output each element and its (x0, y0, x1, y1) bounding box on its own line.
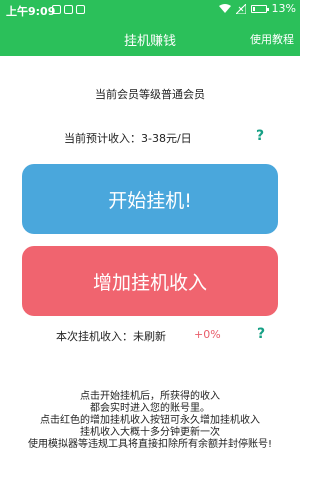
notification-icon (52, 5, 61, 14)
description-line: 都会实时进入您的账号里。 (90, 403, 210, 414)
member-level: 当前会员等级普通会员 (95, 88, 205, 101)
status-time: 上午9:09 (6, 5, 56, 18)
status-bar: 上午9:09 13% (0, 0, 300, 20)
description: 点击开始挂机后，所获得的收入 都会实时进入您的账号里。 点击红色的增加挂机收入按… (0, 391, 300, 451)
description-line: 挂机收入大概十多分钟更新一次 (80, 427, 220, 438)
tutorial-link[interactable]: 使用教程 (250, 31, 294, 47)
notification-icon (76, 5, 85, 14)
battery-icon (250, 4, 269, 13)
battery-percent: 13% (271, 2, 296, 15)
add-income-button[interactable]: 增加挂机收入 (22, 246, 278, 316)
description-line: 点击红色的增加挂机收入按钮可永久增加挂机收入 (40, 415, 260, 426)
signal-icon (235, 3, 246, 14)
status-right: 13% (218, 2, 296, 15)
estimated-income-text: 当前预计收入：3-38元/日 (64, 132, 192, 145)
description-line: 点击开始挂机后，所获得的收入 (80, 391, 220, 402)
app-bar: 挂机赚钱 使用教程 (0, 20, 300, 56)
description-line: 使用模拟器等违规工具将直接扣除所有余额并封停账号! (27, 439, 272, 450)
notification-icon (64, 5, 73, 14)
start-button[interactable]: 开始挂机! (22, 164, 278, 234)
help-icon[interactable]: ? (256, 128, 264, 144)
help-icon[interactable]: ? (257, 326, 265, 342)
session-income-percent: +0% (194, 328, 221, 341)
wifi-icon (218, 3, 231, 14)
session-income-text: 本次挂机收入：未刷新 (56, 330, 166, 343)
